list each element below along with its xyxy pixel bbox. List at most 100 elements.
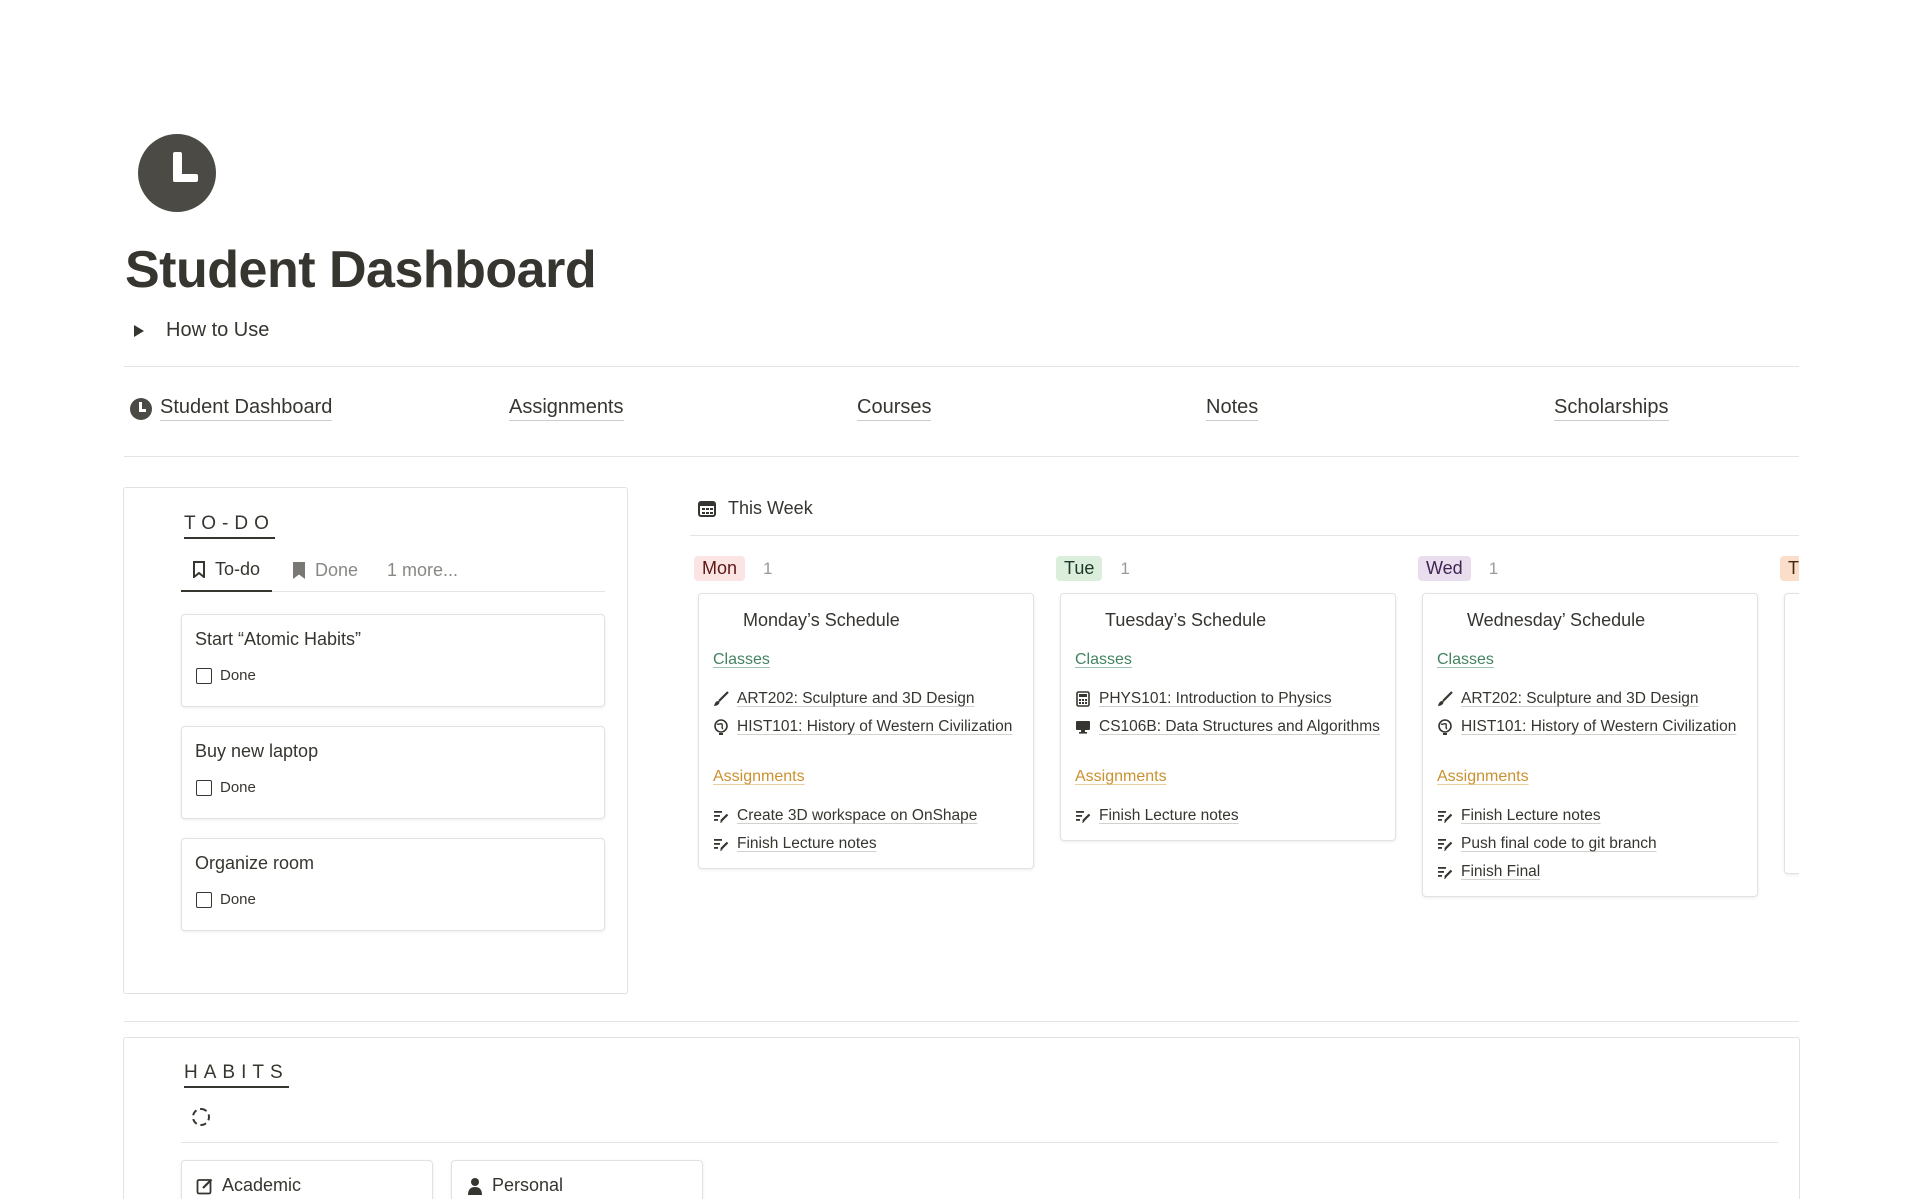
toggle-triangle-icon[interactable]: [134, 324, 144, 337]
todo-card[interactable]: Buy new laptop Done: [181, 726, 605, 819]
done-checkbox[interactable]: Done: [196, 667, 256, 684]
person-icon: [468, 1177, 482, 1195]
classes-label[interactable]: Classes: [1437, 651, 1494, 669]
schedule-card[interactable]: ClAlAs: [1784, 593, 1799, 874]
linked-item-label: HIST101: History of Western Civilization: [737, 718, 1013, 735]
habits-heading: HABITS: [184, 1062, 289, 1088]
linked-item-label: Push final code to git branch: [1461, 835, 1657, 852]
linked-item-label: Create 3D workspace on OnShape: [737, 807, 978, 824]
linked-item[interactable]: CS106B: Data Structures and Algorithms: [1075, 715, 1385, 738]
board-column-header[interactable]: Wed 1: [1418, 556, 1498, 581]
day-tag: Wed: [1418, 556, 1471, 581]
schedule-title: Wednesday’ Schedule: [1467, 610, 1646, 630]
page-nav: Student Dashboard Assignments Courses No…: [128, 396, 1798, 432]
tab-done[interactable]: Done: [293, 548, 358, 592]
checkbox-icon[interactable]: [196, 779, 212, 796]
linked-item[interactable]: PHYS101: Introduction to Physics: [1075, 687, 1385, 710]
tab-label: Done: [315, 559, 359, 580]
linked-item[interactable]: Finish Final: [1437, 860, 1747, 883]
todo-heading: TO-DO: [184, 513, 275, 539]
nav-link-scholarships[interactable]: Scholarships: [1554, 396, 1669, 421]
calculator-icon: [1075, 691, 1091, 707]
notes-icon: [1075, 808, 1091, 824]
linked-item-label: Finish Lecture notes: [1099, 807, 1239, 824]
schedule-card[interactable]: Monday’s Schedule Classes ART202: Sculptur…: [698, 593, 1034, 869]
tab-more-views[interactable]: 1 more...: [387, 548, 458, 592]
todo-panel: TO-DO To-do Done 1 more... Start “Atomic…: [123, 487, 628, 994]
notes-icon: [1437, 808, 1453, 824]
day-tag: Mon: [694, 556, 746, 581]
divider: [124, 1021, 1799, 1022]
schedule-title: Monday’s Schedule: [743, 610, 900, 630]
linked-item[interactable]: Create 3D workspace on OnShape: [713, 804, 1023, 827]
clock-link-icon: [130, 397, 152, 420]
edit-icon: [196, 1178, 213, 1194]
globe-icon: [1437, 719, 1453, 735]
habit-card-academic[interactable]: Academic: [181, 1160, 433, 1199]
linked-item[interactable]: Finish Lecture notes: [713, 832, 1023, 855]
habits-panel: HABITS Academic Personal: [123, 1037, 1800, 1199]
done-checkbox[interactable]: Done: [196, 779, 256, 796]
nav-link-student-dashboard[interactable]: Student Dashboard: [130, 396, 333, 421]
board-column-header[interactable]: Mon 1: [694, 556, 772, 581]
paintbrush-icon: [713, 691, 729, 707]
this-week-header[interactable]: This Week: [698, 498, 813, 519]
bookmark-icon: [293, 561, 305, 579]
column-count: 1: [763, 558, 773, 578]
linked-item-label: Finish Lecture notes: [737, 835, 877, 852]
assignments-label[interactable]: Assignments: [1437, 768, 1529, 786]
schedule-card[interactable]: Wednesday’ Schedule Classes ART202: Sculpt…: [1422, 593, 1758, 897]
nav-link-notes[interactable]: Notes: [1206, 396, 1259, 421]
checkbox-icon[interactable]: [196, 891, 212, 908]
todo-card[interactable]: Organize room Done: [181, 838, 605, 931]
linked-item[interactable]: ART202: Sculpture and 3D Design: [713, 687, 1023, 710]
todo-view-tabs: To-do Done 1 more...: [181, 548, 605, 592]
linked-item[interactable]: Finish Lecture notes: [1437, 804, 1747, 827]
linked-item[interactable]: Push final code to git branch: [1437, 832, 1747, 855]
divider: [124, 366, 1799, 367]
assignments-label[interactable]: Assignments: [1075, 768, 1167, 786]
tab-todo[interactable]: To-do: [181, 548, 273, 592]
linked-item[interactable]: HIST101: History of Western Civilization: [1437, 715, 1747, 738]
linked-item[interactable]: Finish Lecture notes: [1075, 804, 1385, 827]
todo-title: Start “Atomic Habits”: [195, 629, 362, 649]
habit-label: Academic: [222, 1175, 302, 1195]
calendar-icon: [698, 501, 716, 517]
page-title[interactable]: Student Dashboard: [125, 240, 597, 300]
nav-label: Student Dashboard: [160, 396, 333, 421]
column-count: 1: [1120, 558, 1130, 578]
day-tag: Tue: [1056, 556, 1103, 581]
linked-item-label: ART202: Sculpture and 3D Design: [737, 690, 975, 707]
schedule-card[interactable]: Tuesday’s Schedule Classes PHYS101: Introd…: [1060, 593, 1396, 841]
assignments-label[interactable]: Assignments: [713, 768, 805, 786]
toggle-label: How to Use: [166, 319, 270, 341]
done-checkbox[interactable]: Done: [196, 891, 256, 908]
monitor-icon: [1075, 719, 1091, 735]
linked-item[interactable]: HIST101: History of Western Civilization: [713, 715, 1023, 738]
divider: [690, 535, 1799, 536]
nav-link-assignments[interactable]: Assignments: [509, 396, 624, 421]
page: Student Dashboard How to Use Student Das…: [0, 0, 1920, 1199]
linked-item[interactable]: ART202: Sculpture and 3D Design: [1437, 687, 1747, 710]
checkbox-icon[interactable]: [196, 667, 212, 684]
clock-icon[interactable]: [138, 134, 216, 212]
notes-icon: [1437, 836, 1453, 852]
todo-card[interactable]: Start “Atomic Habits” Done: [181, 614, 605, 707]
todo-title: Organize room: [195, 853, 315, 873]
habit-card-personal[interactable]: Personal: [451, 1160, 703, 1199]
this-week-title: This Week: [728, 498, 813, 518]
classes-label[interactable]: Classes: [713, 651, 770, 669]
board-column-header[interactable]: Tue 1: [1056, 556, 1130, 581]
linked-item-label: ART202: Sculpture and 3D Design: [1461, 690, 1699, 707]
checkbox-label: Done: [220, 667, 256, 684]
habit-label: Personal: [492, 1175, 564, 1195]
notes-icon: [1437, 864, 1453, 880]
how-to-use-toggle[interactable]: How to Use: [130, 319, 269, 342]
board-column-header[interactable]: Th: [1780, 556, 1799, 581]
linked-item-label: Finish Lecture notes: [1461, 807, 1601, 824]
linked-item-label: PHYS101: Introduction to Physics: [1099, 690, 1332, 707]
nav-link-courses[interactable]: Courses: [857, 396, 932, 421]
checkbox-label: Done: [220, 779, 256, 796]
classes-label[interactable]: Classes: [1075, 651, 1132, 669]
tab-label: To-do: [215, 558, 261, 579]
